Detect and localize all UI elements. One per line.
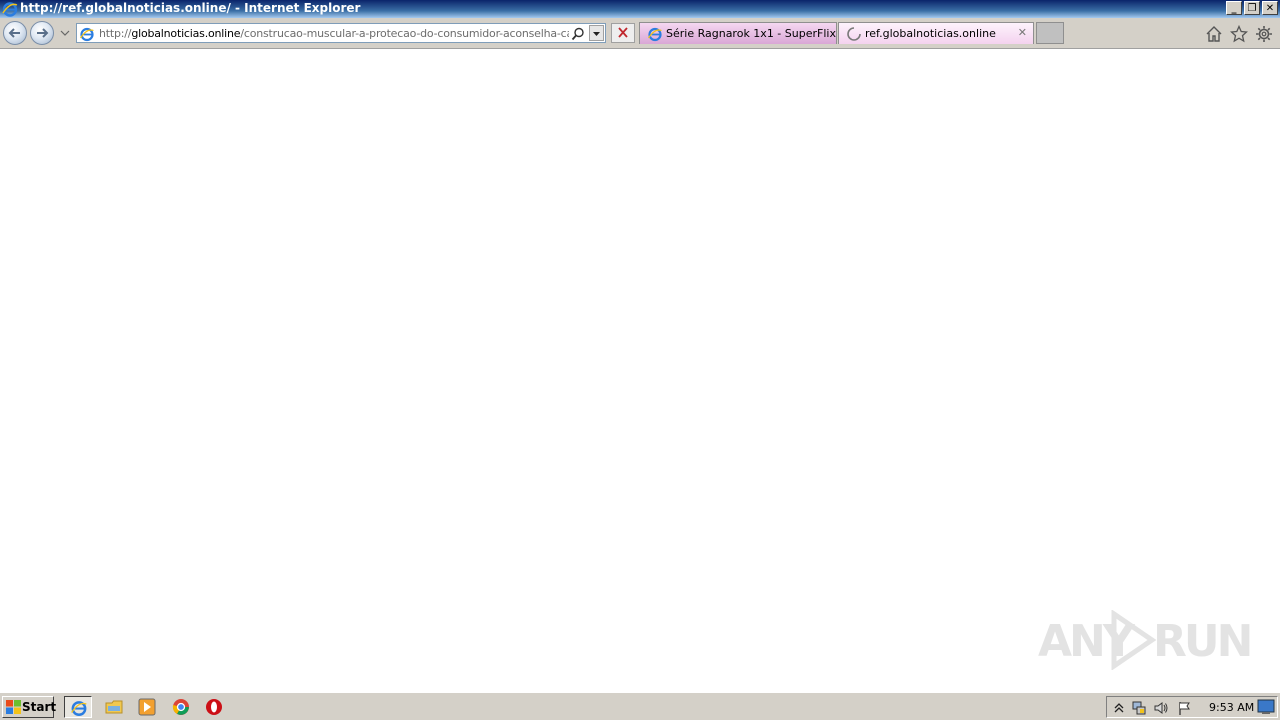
taskbar-opera[interactable] <box>200 696 228 718</box>
system-tray: 9:53 AM <box>1106 696 1278 718</box>
taskbar-internet-explorer[interactable] <box>64 696 92 718</box>
start-button[interactable]: Start <box>2 696 56 718</box>
ie-logo-icon <box>2 2 18 17</box>
show-hidden-icons-icon[interactable] <box>1111 700 1127 716</box>
loading-spinner-icon <box>847 27 861 41</box>
new-tab-button[interactable] <box>1036 22 1064 44</box>
maximize-button[interactable]: ❐ <box>1244 1 1260 15</box>
tab-ie-icon <box>647 27 662 42</box>
window-titlebar: http://ref.globalnoticias.online/ - Inte… <box>0 0 1280 18</box>
favorites-star-icon[interactable] <box>1230 25 1248 43</box>
settings-gear-icon[interactable] <box>1255 25 1273 43</box>
chevron-down-icon <box>593 32 600 36</box>
chrome-icon <box>172 699 189 715</box>
tab-label: ref.globalnoticias.online <box>865 27 996 40</box>
close-window-button[interactable]: ✕ <box>1262 1 1278 15</box>
address-dropdown-button[interactable] <box>589 25 604 41</box>
taskbar-chrome[interactable] <box>167 696 195 718</box>
taskbar-media-player[interactable] <box>133 696 161 718</box>
show-desktop-icon[interactable] <box>1257 699 1275 715</box>
back-button[interactable] <box>3 21 27 45</box>
network-icon[interactable] <box>1131 700 1147 716</box>
arrow-right-icon <box>37 28 49 38</box>
opera-icon <box>206 699 222 715</box>
stop-button[interactable] <box>611 23 635 43</box>
page-content <box>0 49 1280 691</box>
history-dropdown-icon[interactable] <box>60 29 70 37</box>
page-ie-icon <box>79 27 94 42</box>
navigation-bar: http://globalnoticias.online/construcao-… <box>0 18 1280 49</box>
arrow-left-icon <box>8 28 20 38</box>
anyrun-watermark: ANY RUN <box>1038 608 1253 670</box>
tab-label: Série Ragnarok 1x1 - SuperFlix ... <box>666 27 837 40</box>
tab-globalnoticias[interactable]: ref.globalnoticias.online ✕ <box>838 22 1034 44</box>
url-text[interactable]: http://globalnoticias.online/construcao-… <box>99 27 569 40</box>
tab-close-icon[interactable]: ✕ <box>1018 26 1027 39</box>
search-icon[interactable] <box>571 27 585 41</box>
volume-icon[interactable] <box>1153 700 1169 716</box>
taskbar-explorer[interactable] <box>100 696 128 718</box>
close-icon <box>618 27 628 38</box>
home-icon[interactable] <box>1205 25 1223 43</box>
taskbar: Start 9:53 AM <box>0 692 1280 720</box>
ie-icon <box>71 701 87 716</box>
action-center-flag-icon[interactable] <box>1177 700 1193 716</box>
minimize-button[interactable]: _ <box>1226 1 1242 15</box>
clock[interactable]: 9:53 AM <box>1209 701 1254 714</box>
address-bar[interactable]: http://globalnoticias.online/construcao-… <box>76 23 606 43</box>
forward-button[interactable] <box>30 21 54 45</box>
windows-flag-icon <box>6 700 21 714</box>
tab-superflix[interactable]: Série Ragnarok 1x1 - SuperFlix ... <box>639 22 837 44</box>
play-logo-icon <box>1111 610 1157 670</box>
media-player-icon <box>138 698 156 716</box>
folder-icon <box>105 700 123 714</box>
window-title: http://ref.globalnoticias.online/ - Inte… <box>20 1 361 15</box>
